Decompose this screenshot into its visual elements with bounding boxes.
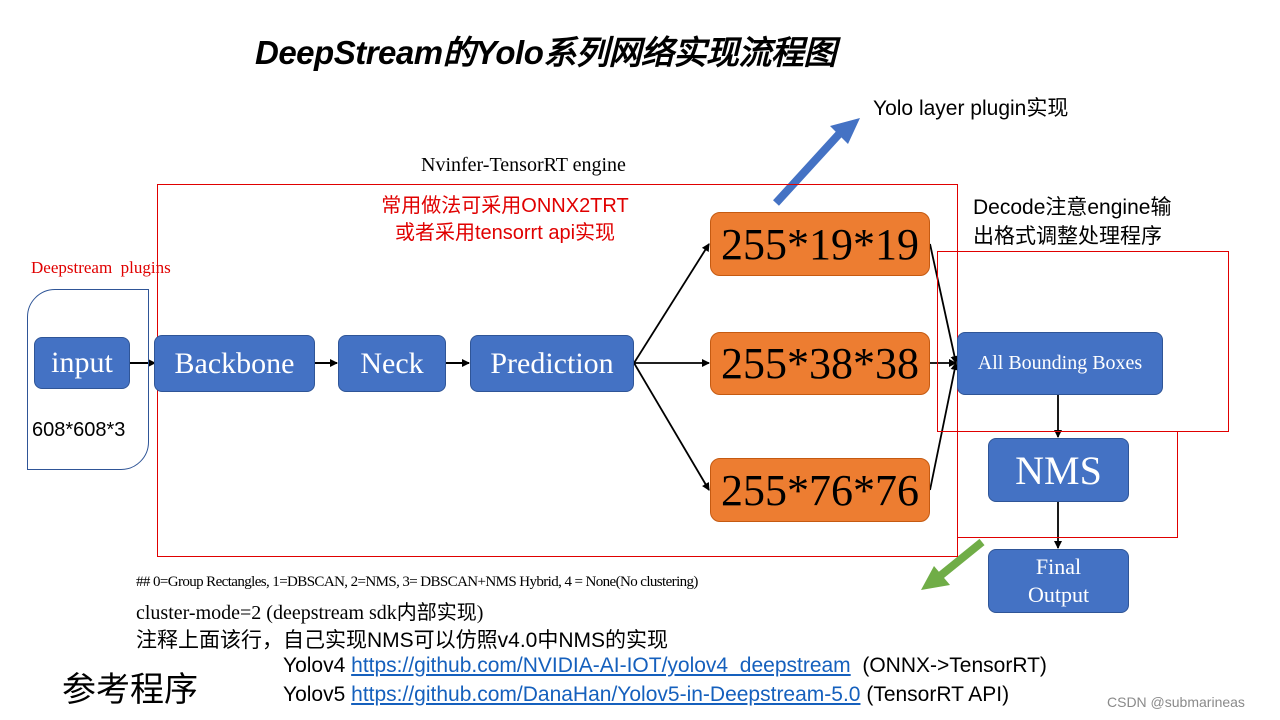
node-output-19x19: 255*19*19 <box>710 212 930 276</box>
reference-yolov4-link[interactable]: https://github.com/NVIDIA-AI-IOT/yolov4_… <box>351 654 851 677</box>
node-neck: Neck <box>338 335 446 392</box>
watermark: CSDN @submarineas <box>1107 694 1245 710</box>
reference-yolov4: Yolov4 https://github.com/NVIDIA-AI-IOT/… <box>283 654 1047 678</box>
decode-note-line2: 出格式调整处理程序 <box>973 225 1162 248</box>
reference-yolov5-name: Yolov5 <box>283 683 346 706</box>
reference-yolov5-suffix: (TensorRT API) <box>866 683 1010 706</box>
node-prediction: Prediction <box>470 335 634 392</box>
node-input: input <box>34 337 130 389</box>
nvinfer-engine-label: Nvinfer-TensorRT engine <box>421 154 626 176</box>
reference-yolov4-suffix: (ONNX->TensorRT) <box>862 654 1047 677</box>
references-heading: 参考程序 <box>62 671 198 709</box>
node-all-bounding-boxes: All Bounding Boxes <box>957 332 1163 395</box>
final-output-line1: Final <box>1035 554 1082 579</box>
onnx-note-line2: 或者采用tensorrt api实现 <box>394 222 616 244</box>
reference-yolov5-link[interactable]: https://github.com/DanaHan/Yolov5-in-Dee… <box>351 683 860 706</box>
node-nms: NMS <box>988 438 1129 502</box>
cluster-options-note: ## 0=Group Rectangles, 1=DBSCAN, 2=NMS, … <box>136 574 698 590</box>
reference-yolov4-name: Yolov4 <box>283 654 346 677</box>
node-backbone: Backbone <box>154 335 315 392</box>
reference-yolov5: Yolov5 https://github.com/DanaHan/Yolov5… <box>283 683 1009 707</box>
decode-note: Decode注意engine输 出格式调整处理程序 <box>973 193 1171 251</box>
comment-note: 注释上面该行，自己实现NMS可以仿照v4.0中NMS的实现 <box>136 629 669 652</box>
input-dims-label: 608*608*3 <box>32 419 126 441</box>
decode-note-line1: Decode注意engine输 <box>973 196 1172 219</box>
node-final-output: Final Output <box>988 549 1129 613</box>
deepstream-plugins-label: Deepstream plugins <box>31 258 171 277</box>
onnx-note: 常用做法可采用ONNX2TRT 或者采用tensorrt api实现 <box>340 193 670 247</box>
cluster-mode-note: cluster-mode=2 (deepstream sdk内部实现) <box>136 602 484 624</box>
yolo-layer-plugin-label: Yolo layer plugin实现 <box>873 97 1069 120</box>
final-output-line2: Output <box>1027 582 1090 607</box>
onnx-note-line1: 常用做法可采用ONNX2TRT <box>381 195 629 217</box>
node-output-76x76: 255*76*76 <box>710 458 930 522</box>
node-output-38x38: 255*38*38 <box>710 332 930 395</box>
